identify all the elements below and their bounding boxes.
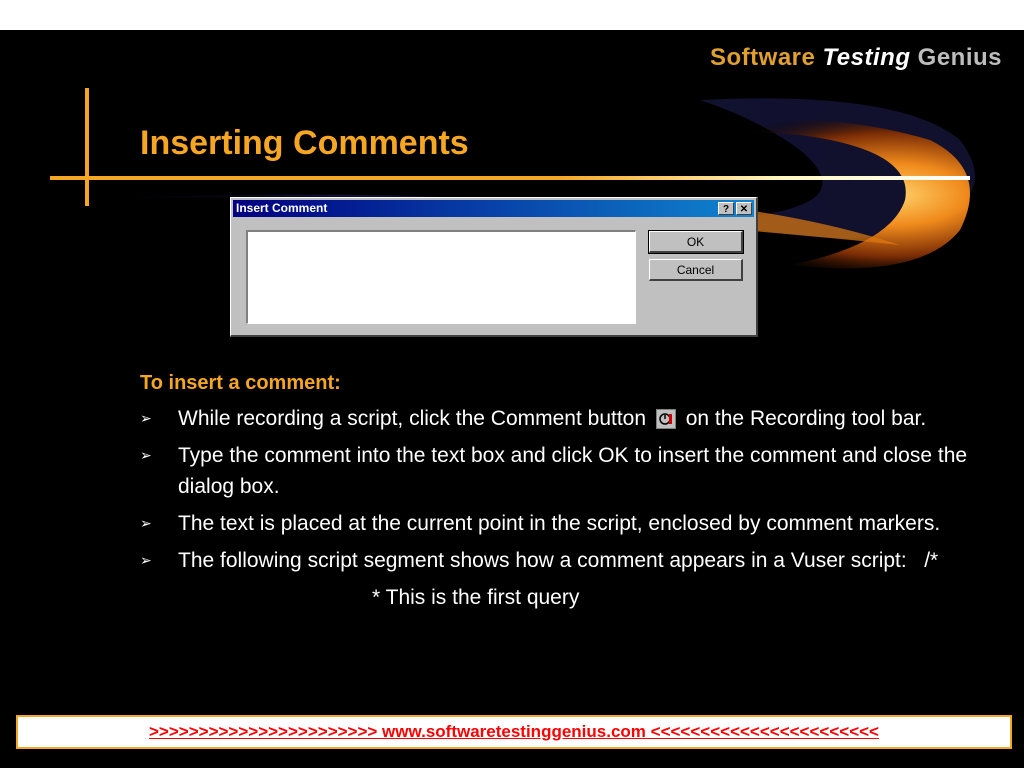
arrow-bullet-icon: ➢: [140, 515, 152, 531]
slide-content: To insert a comment: ➢ While recording a…: [140, 368, 990, 613]
list-item: ➢ Type the comment into the text box and…: [140, 440, 990, 502]
help-button[interactable]: ?: [718, 202, 734, 215]
logo-word-genius: Genius: [917, 44, 1003, 71]
arrow-bullet-icon: ➢: [140, 447, 152, 463]
insert-comment-dialog: Insert Comment ? ✕ OK Cancel: [230, 197, 758, 337]
list-item: ➢ The following script segment shows how…: [140, 545, 990, 576]
bullet-text-part2: on the Recording tool bar.: [685, 407, 927, 430]
bullet-text-part1: While recording a script, click the Comm…: [178, 407, 647, 430]
dialog-titlebar[interactable]: Insert Comment ? ✕: [233, 200, 754, 217]
top-strip: [0, 0, 1024, 30]
footer-banner: >>>>>>>>>>>>>>>>>>>>>>> www.softwaretest…: [16, 715, 1012, 749]
comment-text-input[interactable]: [246, 230, 636, 324]
comment-button-icon: [655, 409, 676, 430]
slide-title: Inserting Comments: [140, 124, 469, 162]
cancel-button[interactable]: Cancel: [649, 259, 743, 281]
logo-word-software: Software: [710, 44, 816, 71]
arrow-bullet-icon: ➢: [140, 410, 152, 426]
arrow-bullet-icon: ➢: [140, 552, 152, 568]
vertical-accent-line: [85, 88, 89, 206]
logo-word-testing: Testing: [822, 44, 911, 71]
horizontal-accent-line: [50, 176, 970, 180]
brand-logo: Software Testing Genius: [710, 44, 1002, 72]
bullet-text: Type the comment into the text box and c…: [178, 444, 968, 498]
list-item: ➢ While recording a script, click the Co…: [140, 403, 990, 434]
ok-button[interactable]: OK: [648, 230, 744, 254]
dialog-title: Insert Comment: [236, 201, 328, 215]
list-item: ➢ The text is placed at the current poin…: [140, 508, 990, 539]
bullet-list: ➢ While recording a script, click the Co…: [140, 403, 990, 576]
script-query-line: * This is the first query: [372, 586, 580, 609]
footer-website-link[interactable]: >>>>>>>>>>>>>>>>>>>>>>> www.softwaretest…: [149, 722, 879, 741]
close-button[interactable]: ✕: [736, 202, 752, 215]
bullet-text: The following script segment shows how a…: [178, 549, 939, 572]
intro-heading: To insert a comment:: [140, 372, 341, 394]
slide: Software Testing Genius Inserting Commen…: [0, 30, 1024, 768]
bullet-text: The text is placed at the current point …: [178, 512, 941, 535]
